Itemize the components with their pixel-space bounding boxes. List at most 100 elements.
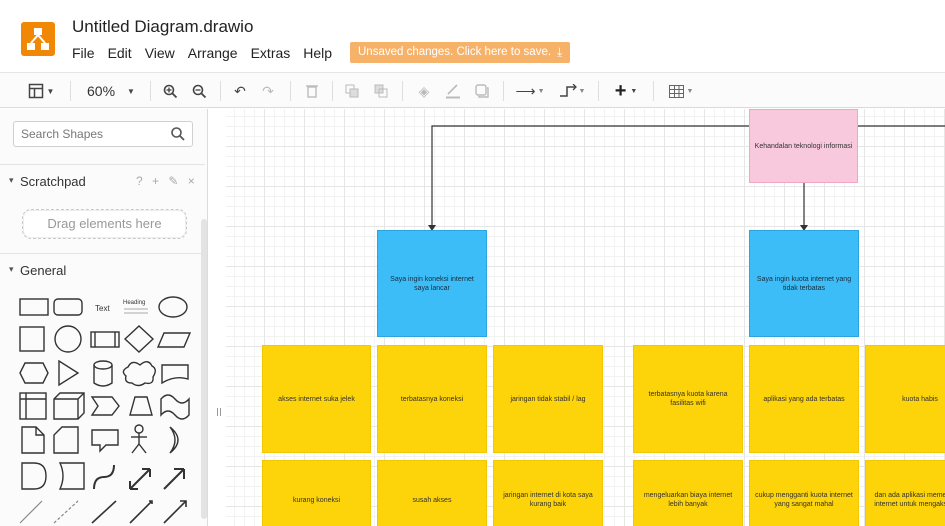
fill-color-icon: ◈ [418,82,430,99]
edge-root-to-left[interactable] [431,125,749,227]
sidebar-scrollbar[interactable] [201,219,207,519]
general-label: General [20,263,67,278]
search-input[interactable] [14,122,164,146]
tape-shape[interactable] [160,394,190,420]
internal-storage-shape[interactable] [19,392,47,420]
arrow-shape[interactable] [163,468,185,490]
scratchpad-section-header[interactable]: ▾ Scratchpad ? + ✎ × [0,164,205,198]
card-shape[interactable] [53,426,79,454]
general-section-header[interactable]: ▾ General [0,253,205,287]
bidirectional-arrow-shape[interactable] [129,468,151,490]
table-button[interactable]: ▼ [664,80,698,102]
document-shape[interactable] [161,364,189,385]
zoom-in-icon [163,84,177,98]
unsaved-changes-button[interactable]: Unsaved changes. Click here to save. ⤓ [350,42,571,63]
callout-shape[interactable] [91,429,119,453]
and-shape[interactable] [21,462,47,490]
yellow-node[interactable]: aplikasi yang ada terbatas [749,345,859,453]
format-panel-icon [28,83,43,99]
yellow-node[interactable]: akses internet suka jelek [262,345,371,453]
line-shape[interactable] [19,500,43,524]
yellow-node[interactable]: jaringan internet di kota saya kurang ba… [493,460,603,526]
heading-shape[interactable]: Heading [123,300,148,314]
data-storage-shape[interactable] [58,462,85,490]
parallelogram-shape[interactable] [156,332,192,348]
delete-button[interactable] [302,80,322,102]
text-shape[interactable]: Text [95,304,110,313]
to-front-button[interactable] [342,80,362,102]
scratchpad-drop-zone[interactable]: Drag elements here [22,209,187,239]
rectangle-shape[interactable] [19,298,49,316]
cylinder-shape[interactable] [93,360,113,387]
toolbar-separator [332,81,333,101]
menu-help[interactable]: Help [303,45,332,61]
process-shape[interactable] [90,331,120,348]
zoom-in-button[interactable] [160,80,180,102]
menu-edit[interactable]: Edit [108,45,132,61]
root-node[interactable]: Kehandalan teknologi informasi [749,109,858,183]
chevron-down-icon: ▼ [686,87,694,95]
zoom-level: 60% [87,83,116,99]
undo-icon: ↶ [234,82,246,99]
line-color-icon [446,84,460,99]
curve-shape[interactable] [93,464,115,490]
menu-bar: File Edit View Arrange Extras Help [72,45,345,61]
fill-color-button[interactable]: ◈ [414,80,434,102]
undo-button[interactable]: ↶ [230,80,250,102]
connector-shape[interactable] [129,500,153,524]
document-title[interactable]: Untitled Diagram.drawio [72,17,253,37]
yellow-node[interactable]: terbatasnya koneksi [377,345,487,453]
triangle-shape[interactable] [58,359,80,387]
toolbar-separator [220,81,221,101]
scratchpad-label: Scratchpad [20,174,86,189]
or-shape[interactable] [169,426,179,454]
yellow-node[interactable]: cukup mengganti kuota internet yang sang… [749,460,859,526]
to-back-button[interactable] [371,80,391,102]
blue-node-right[interactable]: Saya ingin kuota internet yang tidak ter… [749,230,859,337]
directional-line-shape[interactable] [91,500,117,524]
dashed-line-shape[interactable] [53,500,79,524]
zoom-select[interactable]: 60% ▼ [82,80,140,102]
cube-shape[interactable] [53,392,85,420]
diagram-canvas[interactable]: Kehandalan teknologi informasi Saya ingi… [226,109,945,526]
menu-extras[interactable]: Extras [251,45,291,61]
search-icon[interactable] [170,126,186,142]
connection-style-button[interactable]: ⟶ ▼ [513,80,547,102]
scratchpad-actions[interactable]: ? + ✎ × [136,174,198,188]
yellow-node[interactable]: susah akses [377,460,487,526]
cloud-shape[interactable] [122,361,156,387]
menu-file[interactable]: File [72,45,95,61]
insert-button[interactable]: + ▼ [608,80,644,102]
link-shape[interactable] [163,500,187,524]
diamond-shape[interactable] [123,325,155,353]
table-icon [668,84,684,98]
header: Untitled Diagram.drawio File Edit View A… [0,0,945,72]
yellow-node[interactable]: terbatasnya kuota karena fasilitas wifi [633,345,743,453]
hexagon-shape[interactable] [19,362,49,384]
menu-arrange[interactable]: Arrange [188,45,238,61]
note-shape[interactable] [21,426,45,454]
actor-shape[interactable] [131,424,147,454]
shadow-button[interactable] [472,80,492,102]
yellow-node[interactable]: jaringan tidak stabil / lag [493,345,603,453]
square-shape[interactable] [19,326,45,352]
zoom-out-icon [192,84,206,98]
trapezoid-shape[interactable] [129,396,153,416]
yellow-node[interactable]: kurang koneksi [262,460,371,526]
zoom-out-button[interactable] [189,80,209,102]
format-panel-button[interactable]: ▼ [24,80,58,102]
menu-view[interactable]: View [145,45,175,61]
waypoints-button[interactable]: ▼ [555,80,589,102]
yellow-node[interactable]: dan ada aplikasi memerlukan internet unt… [865,460,945,526]
line-color-button[interactable] [443,80,463,102]
yellow-node[interactable]: mengeluarkan biaya internet lebih banyak [633,460,743,526]
circle-shape[interactable] [54,325,82,353]
blue-node-left[interactable]: Saya ingin koneksi internet saya lancar [377,230,487,337]
step-shape[interactable] [90,396,120,416]
redo-button[interactable]: ↷ [258,80,278,102]
rounded-rectangle-shape[interactable] [53,298,83,316]
ellipse-shape[interactable] [158,296,188,318]
collapse-arrow-icon: ▾ [9,264,14,274]
yellow-node[interactable]: kuota habis [865,345,945,453]
sidebar-resize-handle[interactable] [217,408,221,416]
